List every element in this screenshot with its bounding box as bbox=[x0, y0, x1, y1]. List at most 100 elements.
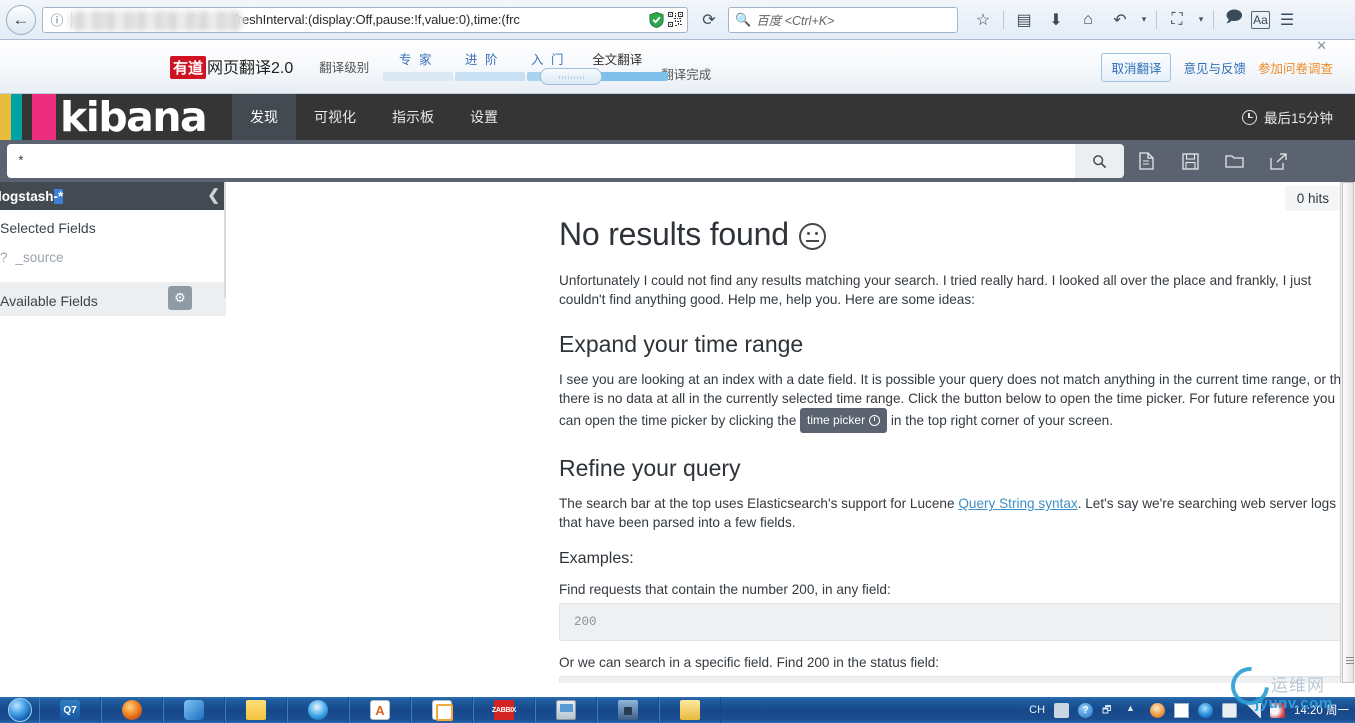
submit-query-button[interactable] bbox=[1075, 144, 1124, 178]
index-pattern-selector[interactable]: logstash -* ❮ bbox=[0, 182, 226, 210]
chevron-left-icon[interactable]: ❮ bbox=[207, 186, 220, 204]
downloads-icon[interactable]: ⬇ bbox=[1041, 5, 1071, 35]
field-sidebar: logstash -* ❮ Selected Fields ? _source A… bbox=[0, 182, 226, 683]
level-option-full-text[interactable]: 全文翻译 bbox=[581, 49, 653, 68]
kibana-logo[interactable]: kibana bbox=[0, 94, 232, 140]
tray-help-icon[interactable]: ? bbox=[1078, 702, 1094, 718]
survey-link[interactable]: 参加问卷调查 bbox=[1258, 58, 1333, 77]
time-picker-button[interactable]: 最后15分钟 bbox=[1241, 94, 1355, 140]
screenshot-icon[interactable]: ⛶ bbox=[1162, 5, 1192, 35]
tray-volume-icon[interactable] bbox=[1270, 702, 1286, 718]
feedback-link[interactable]: 意见与反馈 bbox=[1183, 58, 1246, 77]
divider bbox=[1156, 10, 1157, 29]
search-placeholder: 百度 <Ctrl+K> bbox=[756, 14, 835, 28]
youdao-brand-name: 网页翻译2.0 bbox=[207, 60, 294, 77]
share-search-icon[interactable] bbox=[1256, 140, 1300, 182]
clock-icon bbox=[1241, 109, 1257, 125]
translate-icon[interactable]: Aa bbox=[1251, 10, 1270, 29]
kibana-navbar: kibana 发现 可视化 指示板 设置 最后15分钟 bbox=[0, 94, 1355, 147]
taskbar-icon-blue-app[interactable] bbox=[163, 697, 225, 723]
taskbar-icon-secure-app[interactable] bbox=[597, 697, 659, 723]
query-string-syntax-link[interactable]: Query String syntax bbox=[958, 496, 1077, 511]
save-search-icon[interactable] bbox=[1168, 140, 1212, 182]
tab-discover[interactable]: 发现 bbox=[232, 94, 296, 147]
slider-track[interactable] bbox=[383, 71, 669, 81]
taskbar-icon-text-editor[interactable]: A bbox=[349, 697, 411, 723]
taskbar-icon-q7[interactable]: Q7 bbox=[39, 697, 101, 723]
section-heading-time-range: Expand your time range bbox=[559, 331, 804, 357]
reload-icon[interactable]: ⟳ bbox=[696, 7, 722, 33]
url-redacted-overlay bbox=[69, 10, 244, 31]
tray-qq-icon[interactable] bbox=[1150, 702, 1166, 718]
scrollbar-thumb[interactable] bbox=[1342, 182, 1354, 683]
new-search-icon[interactable] bbox=[1124, 140, 1168, 182]
tray-show-desktop-icon[interactable]: 🗗 bbox=[1102, 703, 1117, 718]
shield-icon[interactable] bbox=[649, 11, 664, 28]
level-option-beginner[interactable]: 入 门 bbox=[515, 49, 581, 68]
search-input[interactable]: 🔍 百度 <Ctrl+K> bbox=[728, 6, 958, 33]
slider-segment bbox=[383, 71, 454, 81]
translate-level-label: 翻译级别 bbox=[319, 61, 370, 75]
time-picker-label: 最后15分钟 bbox=[1263, 111, 1333, 126]
kibana-logo-bars bbox=[0, 94, 56, 140]
tray-bag-icon[interactable] bbox=[1222, 702, 1238, 718]
example-code-2[interactable]: status:200 bbox=[559, 676, 1355, 683]
reading-list-icon[interactable]: ▤ bbox=[1009, 5, 1039, 35]
windows-taskbar: Q7 A ZABBIX CH ? 🗗 ▲ 14:20 周一 bbox=[0, 697, 1355, 723]
bookmark-star-icon[interactable]: ☆ bbox=[968, 5, 998, 35]
comment-icon[interactable]: 🗩 bbox=[1219, 5, 1249, 35]
selected-fields-label: Selected Fields bbox=[0, 220, 96, 236]
kibana-search-actions bbox=[1124, 140, 1300, 182]
taskbar-icon-folder[interactable] bbox=[225, 697, 287, 723]
tray-mail-icon[interactable] bbox=[1198, 702, 1214, 718]
index-pattern-selection: -* bbox=[53, 188, 64, 204]
slider-knob[interactable] bbox=[540, 67, 603, 85]
browser-tools: ☆ ▤ ⬇ ⌂ ↶ ▾ ⛶ ▾ 🗩 Aa ☰ bbox=[968, 5, 1302, 35]
tray-network-icon[interactable] bbox=[1246, 702, 1262, 718]
time-range-text-after: in the top right corner of your screen. bbox=[890, 413, 1113, 428]
gear-icon[interactable]: ⚙ bbox=[168, 286, 192, 310]
tab-visualize[interactable]: 可视化 bbox=[296, 94, 374, 140]
open-search-icon[interactable] bbox=[1212, 140, 1256, 182]
tab-settings[interactable]: 设置 bbox=[452, 94, 516, 140]
tab-dashboard[interactable]: 指示板 bbox=[374, 94, 452, 140]
tray-clock[interactable]: 14:20 周一 bbox=[1294, 702, 1349, 718]
tray-window-icon[interactable] bbox=[1174, 702, 1190, 718]
history-dropdown-icon[interactable]: ▾ bbox=[1137, 5, 1151, 35]
time-picker-pill[interactable]: time picker bbox=[800, 408, 888, 433]
screenshot-dropdown-icon[interactable]: ▾ bbox=[1194, 5, 1208, 35]
windows-start-orb-icon[interactable] bbox=[1, 698, 39, 723]
field-item-source[interactable]: ? _source bbox=[0, 242, 226, 272]
back-arrow-icon[interactable]: ← bbox=[6, 4, 36, 35]
example-code-1[interactable]: 200 bbox=[559, 603, 1355, 641]
taskbar-icon-qq-browser[interactable] bbox=[287, 697, 349, 723]
level-option-advanced[interactable]: 进 阶 bbox=[449, 49, 515, 68]
taskbar-icon-file-manager[interactable] bbox=[659, 697, 721, 723]
history-back-icon[interactable]: ↶ bbox=[1105, 5, 1135, 35]
taskbar-icon-notes[interactable] bbox=[411, 697, 473, 723]
address-bar[interactable]: ⓘ pp/kibana#/discover?_g=(refreshInterva… bbox=[42, 6, 688, 33]
cancel-translate-button[interactable]: 取消翻译 bbox=[1101, 53, 1172, 82]
level-option-expert[interactable]: 专 家 bbox=[383, 49, 449, 68]
page-title: No results found bbox=[559, 216, 1355, 253]
qr-code-icon[interactable] bbox=[668, 12, 683, 27]
translate-level-slider[interactable]: 专 家 进 阶 入 门 全文翻译 bbox=[383, 49, 669, 85]
intro-paragraph: Unfortunately I could not find any resul… bbox=[559, 273, 1312, 307]
tray-keyboard-icon[interactable] bbox=[1054, 702, 1070, 718]
divider bbox=[1003, 10, 1004, 29]
tray-input-method[interactable]: CH bbox=[1029, 704, 1045, 716]
info-icon[interactable]: ⓘ bbox=[47, 10, 67, 29]
close-icon[interactable]: ✕ bbox=[1316, 38, 1327, 54]
taskbar-icon-firefox[interactable] bbox=[101, 697, 163, 723]
section-heading-refine-query: Refine your query bbox=[559, 455, 741, 481]
taskbar-icon-remote-desktop[interactable] bbox=[535, 697, 597, 723]
tray-expand-icon[interactable]: ▲ bbox=[1126, 703, 1141, 718]
time-picker-pill-label: time picker bbox=[807, 413, 866, 427]
home-icon[interactable]: ⌂ bbox=[1073, 5, 1103, 35]
page-scrollbar[interactable] bbox=[1340, 182, 1355, 683]
taskbar-icon-zabbix[interactable]: ZABBIX bbox=[473, 697, 535, 723]
menu-icon[interactable]: ☰ bbox=[1272, 5, 1302, 35]
query-input[interactable]: * bbox=[7, 144, 1079, 178]
time-range-paragraph: I see you are looking at an index with a… bbox=[559, 370, 1355, 433]
divider bbox=[1213, 10, 1214, 29]
